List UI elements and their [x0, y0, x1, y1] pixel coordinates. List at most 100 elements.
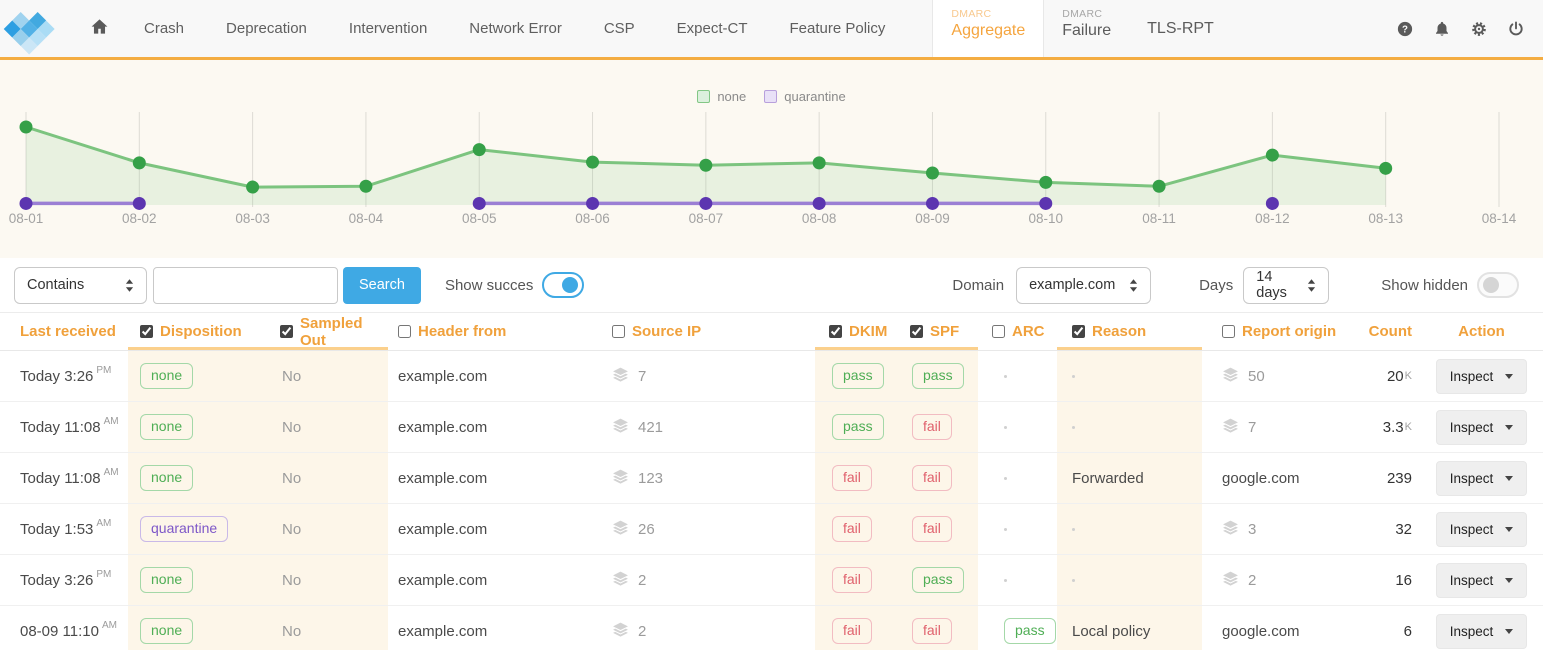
count-value: 16 [1395, 572, 1412, 589]
column-toggle-checkbox-spf[interactable] [910, 325, 923, 338]
caret-updown-icon [125, 279, 134, 292]
column-toggle-checkbox-reason[interactable] [1072, 325, 1085, 338]
column-toggle-checkbox-source-ip[interactable] [612, 325, 625, 338]
empty-value-dot [1004, 426, 1007, 429]
home-button[interactable] [64, 0, 123, 57]
days-value: 14 days [1256, 269, 1297, 301]
cell-reason [1057, 351, 1202, 401]
report-origin-count: 50 [1248, 368, 1265, 385]
spf-badge: fail [912, 516, 952, 541]
cell-last-received: Today 11:08AM [0, 402, 128, 452]
count-value: 3.3 [1383, 419, 1404, 436]
nav-item-network-error[interactable]: Network Error [448, 0, 583, 57]
sampled-out-value: No [282, 470, 301, 487]
days-select[interactable]: 14 days [1243, 267, 1329, 304]
column-toggle-checkbox-report-origin[interactable] [1222, 325, 1235, 338]
layers-icon [1222, 570, 1248, 591]
legend-item-none[interactable]: none [697, 89, 746, 104]
column-header-label: DKIM [849, 323, 887, 340]
search-input[interactable] [153, 267, 338, 304]
cell-report-origin: google.com [1202, 453, 1340, 503]
power-icon[interactable] [1507, 20, 1525, 38]
svg-text:08-04: 08-04 [349, 211, 384, 226]
tab-kicker: DMARC [951, 8, 1025, 20]
meridiem: AM [102, 620, 117, 631]
layers-icon [1222, 519, 1248, 540]
caret-down-icon [1505, 527, 1513, 532]
column-toggle-checkbox-disposition[interactable] [140, 325, 153, 338]
help-icon[interactable]: ? [1396, 20, 1414, 38]
inspect-button[interactable]: Inspect [1436, 512, 1528, 547]
empty-value-dot [1072, 375, 1075, 378]
nav-item-csp[interactable]: CSP [583, 0, 656, 57]
cell-sampled-out: No [258, 351, 388, 401]
cell-disposition: none [128, 351, 258, 401]
bell-icon[interactable] [1433, 20, 1451, 38]
inspect-label: Inspect [1450, 471, 1494, 486]
column-toggle-checkbox-dkim[interactable] [829, 325, 842, 338]
header-from-value: example.com [398, 521, 487, 538]
tab-tls-rpt[interactable]: TLS-RPT [1129, 0, 1232, 57]
inspect-button[interactable]: Inspect [1436, 563, 1528, 598]
toggle-knob [562, 277, 578, 293]
column-header-label: Disposition [160, 323, 242, 340]
column-header-header-from: Header from [388, 313, 600, 350]
cell-disposition: none [128, 606, 258, 650]
last-received-time: Today 1:53 [20, 521, 93, 538]
inspect-button[interactable]: Inspect [1436, 461, 1528, 496]
column-header-label: Count [1369, 323, 1412, 340]
search-button[interactable]: Search [343, 267, 421, 304]
column-header-label: Reason [1092, 323, 1146, 340]
cell-count: 16 [1340, 555, 1420, 605]
nav-item-crash[interactable]: Crash [123, 0, 205, 57]
nav-item-intervention[interactable]: Intervention [328, 0, 448, 57]
spf-badge: pass [912, 363, 964, 388]
inspect-button[interactable]: Inspect [1436, 410, 1528, 445]
tab-aggregate[interactable]: DMARCAggregate [932, 0, 1044, 57]
meridiem: PM [96, 569, 111, 580]
match-type-value: Contains [27, 277, 84, 293]
column-toggle-checkbox-arc[interactable] [992, 325, 1005, 338]
count-suffix: K [1405, 421, 1412, 433]
days-label: Days [1199, 277, 1233, 294]
column-header-last-received: Last received [0, 313, 128, 350]
spf-badge: pass [912, 567, 964, 592]
app-logo[interactable] [0, 0, 64, 57]
column-header-label: Report origin [1242, 323, 1336, 340]
table-row: Today 11:08AMnoneNoexample.com123failfai… [0, 453, 1543, 504]
cell-dkim: fail [815, 453, 900, 503]
table-row: Today 11:08AMnoneNoexample.com421passfai… [0, 402, 1543, 453]
inspect-button[interactable]: Inspect [1436, 359, 1528, 394]
count-suffix: K [1405, 370, 1412, 382]
show-success-label: Show succes [445, 277, 533, 294]
gear-icon[interactable] [1470, 20, 1488, 38]
cell-reason: Local policy [1057, 606, 1202, 650]
cell-action: Inspect [1420, 606, 1543, 650]
inspect-button[interactable]: Inspect [1436, 614, 1528, 649]
domain-select[interactable]: example.com [1016, 267, 1151, 304]
meridiem: AM [96, 518, 111, 529]
show-success-toggle[interactable] [542, 272, 584, 298]
match-type-select[interactable]: Contains [14, 267, 147, 304]
nav-item-deprecation[interactable]: Deprecation [205, 0, 328, 57]
source-ip-count: 421 [638, 419, 663, 436]
column-toggle-checkbox-header-from[interactable] [398, 325, 411, 338]
nav-item-expect-ct[interactable]: Expect-CT [656, 0, 769, 57]
cell-sampled-out: No [258, 606, 388, 650]
show-hidden-toggle[interactable] [1477, 272, 1519, 298]
cell-header-from: example.com [388, 351, 600, 401]
cell-report-origin: google.com [1202, 606, 1340, 650]
spf-badge: fail [912, 414, 952, 439]
nav-item-feature-policy[interactable]: Feature Policy [769, 0, 907, 57]
report-origin-count: 7 [1248, 419, 1256, 436]
report-origin-count: 2 [1248, 572, 1256, 589]
tab-failure[interactable]: DMARCFailure [1044, 0, 1129, 57]
column-toggle-checkbox-sampled-out[interactable] [280, 325, 293, 338]
dkim-badge: fail [832, 516, 872, 541]
disposition-badge: none [140, 567, 193, 592]
cell-disposition: none [128, 402, 258, 452]
svg-text:08-12: 08-12 [1255, 211, 1290, 226]
report-origin-domain: google.com [1222, 623, 1300, 640]
layers-icon [612, 519, 638, 540]
legend-item-quarantine[interactable]: quarantine [764, 89, 845, 104]
